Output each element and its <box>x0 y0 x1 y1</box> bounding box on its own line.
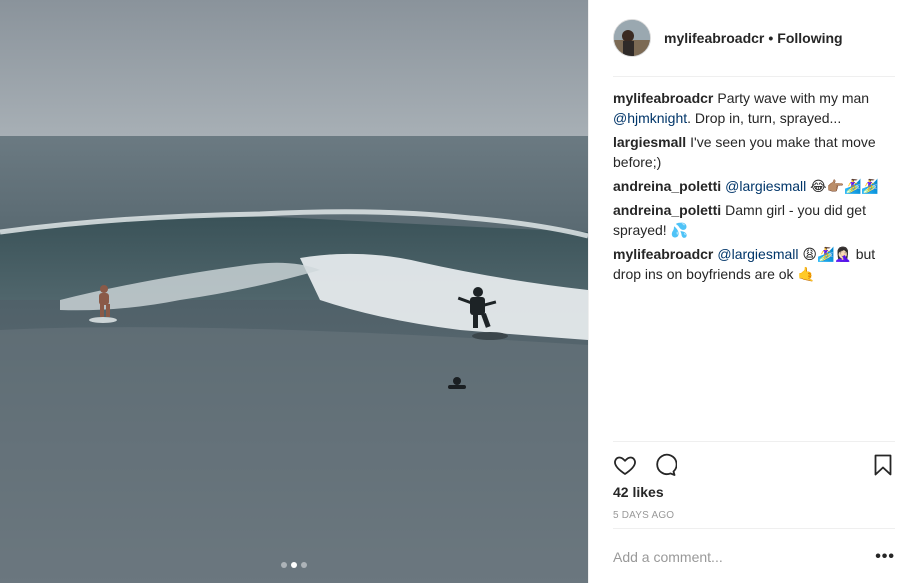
instagram-post: mylifeabroadcr • Following mylifeabroadcr P… <box>0 0 920 583</box>
comment-item: andreina_poletti Damn girl - you did get … <box>613 200 895 240</box>
comment-item: mylifeabroadcr @largiesmall 😩🏄‍♀️🤦🏻‍♀️ bu… <box>613 244 895 284</box>
avatar[interactable] <box>613 19 651 57</box>
comment-username[interactable]: mylifeabroadcr <box>613 90 713 106</box>
carousel-indicator <box>0 562 588 568</box>
comment-username[interactable]: andreina_poletti <box>613 202 721 218</box>
comment-text: . Drop in, turn, sprayed... <box>687 110 842 126</box>
carousel-dot[interactable] <box>281 562 287 568</box>
heart-icon[interactable] <box>613 453 637 477</box>
comment-item: andreina_poletti @largiesmall 😂👉🏽🏄‍♀️🏄‍♀️ <box>613 176 895 196</box>
post-header: mylifeabroadcr • Following <box>613 0 895 77</box>
comment-mention[interactable]: @hjmknight <box>613 110 687 126</box>
carousel-dot[interactable] <box>301 562 307 568</box>
more-options-icon[interactable]: ••• <box>875 548 895 566</box>
comment-text: Party wave with my man <box>717 90 870 106</box>
author-username[interactable]: mylifeabroadcr <box>664 30 764 46</box>
comment-username[interactable]: andreina_poletti <box>613 178 721 194</box>
comment-mention[interactable]: @largiesmall <box>725 178 806 194</box>
comments-list: mylifeabroadcr Party wave with my man @hj… <box>613 88 895 288</box>
comment-mention[interactable]: @largiesmall <box>717 246 798 262</box>
comment-bubble-icon[interactable] <box>653 453 677 477</box>
likes-count[interactable]: 42 likes <box>613 484 664 500</box>
post-photo[interactable] <box>0 0 588 583</box>
comment-text: 😂👉🏽🏄‍♀️🏄‍♀️ <box>806 178 879 194</box>
action-bar <box>613 441 895 488</box>
separator-dot: • <box>768 30 774 46</box>
comment-composer: ••• <box>613 528 895 584</box>
add-comment-input[interactable] <box>613 548 876 565</box>
comment-username[interactable]: largiesmall <box>613 134 686 150</box>
header-text: mylifeabroadcr • Following <box>664 30 843 46</box>
post-sidebar: mylifeabroadcr • Following mylifeabroadcr P… <box>588 0 919 583</box>
post-timestamp[interactable]: 5 DAYS AGO <box>613 510 674 521</box>
following-button[interactable]: Following <box>777 30 842 46</box>
comment-username[interactable]: mylifeabroadcr <box>613 246 713 262</box>
comment-item: largiesmall I've seen you make that move … <box>613 132 895 172</box>
surf-photo <box>0 0 588 583</box>
bookmark-icon[interactable] <box>871 453 895 477</box>
avatar-image <box>614 20 650 56</box>
carousel-dot-active[interactable] <box>291 562 297 568</box>
comment-item: mylifeabroadcr Party wave with my man @hj… <box>613 88 895 128</box>
